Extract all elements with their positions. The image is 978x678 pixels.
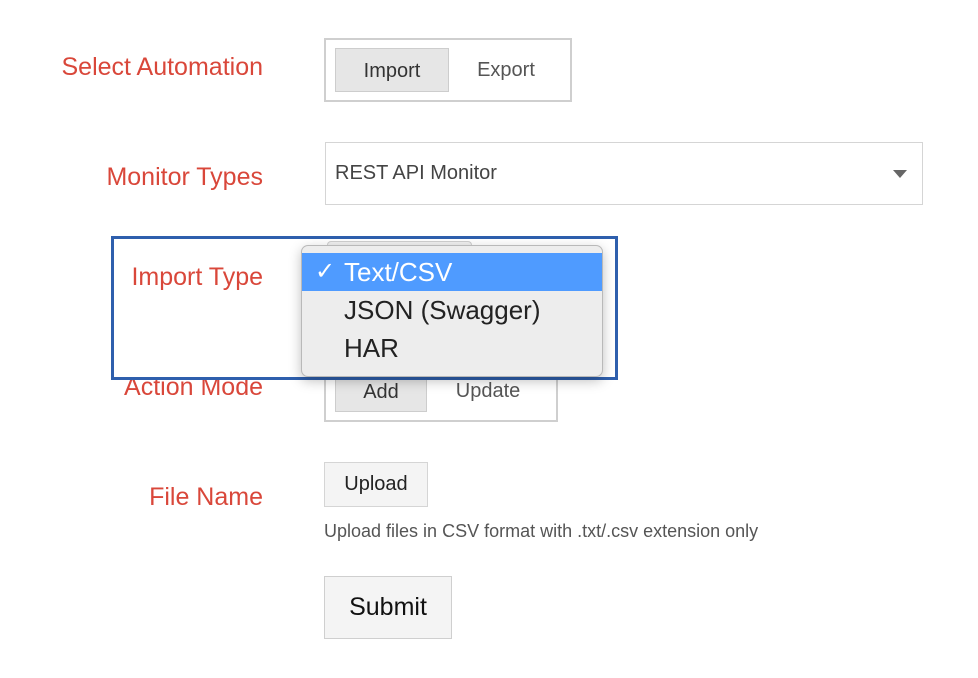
monitor-types-value: REST API Monitor: [335, 162, 497, 184]
export-option-button[interactable]: Export: [449, 48, 563, 92]
chevron-down-icon: [893, 170, 907, 178]
dropdown-option-label: Text/CSV: [344, 257, 453, 287]
dropdown-option-text-csv[interactable]: ✓ Text/CSV: [302, 253, 602, 291]
upload-hint: Upload files in CSV format with .txt/.cs…: [324, 521, 759, 541]
dropdown-option-label: HAR: [344, 333, 399, 363]
dropdown-option-label: JSON (Swagger): [344, 295, 541, 325]
upload-button[interactable]: Upload: [324, 462, 428, 507]
file-name-label: File Name: [149, 483, 263, 511]
monitor-types-select[interactable]: REST API Monitor: [325, 142, 923, 205]
monitor-types-label: Monitor Types: [106, 163, 263, 191]
submit-button[interactable]: Submit: [324, 576, 452, 639]
dropdown-option-json-swagger[interactable]: JSON (Swagger): [302, 291, 602, 329]
import-type-dropdown: ✓ Text/CSV JSON (Swagger) HAR: [301, 245, 603, 377]
import-automation-form: Select Automation Import Export Monitor …: [0, 0, 978, 678]
checkmark-icon: ✓: [315, 258, 336, 285]
import-option-button[interactable]: Import: [335, 48, 449, 92]
select-automation-label: Select Automation: [61, 53, 263, 81]
dropdown-option-har[interactable]: HAR: [302, 329, 602, 367]
automation-toggle: Import Export: [324, 38, 572, 102]
